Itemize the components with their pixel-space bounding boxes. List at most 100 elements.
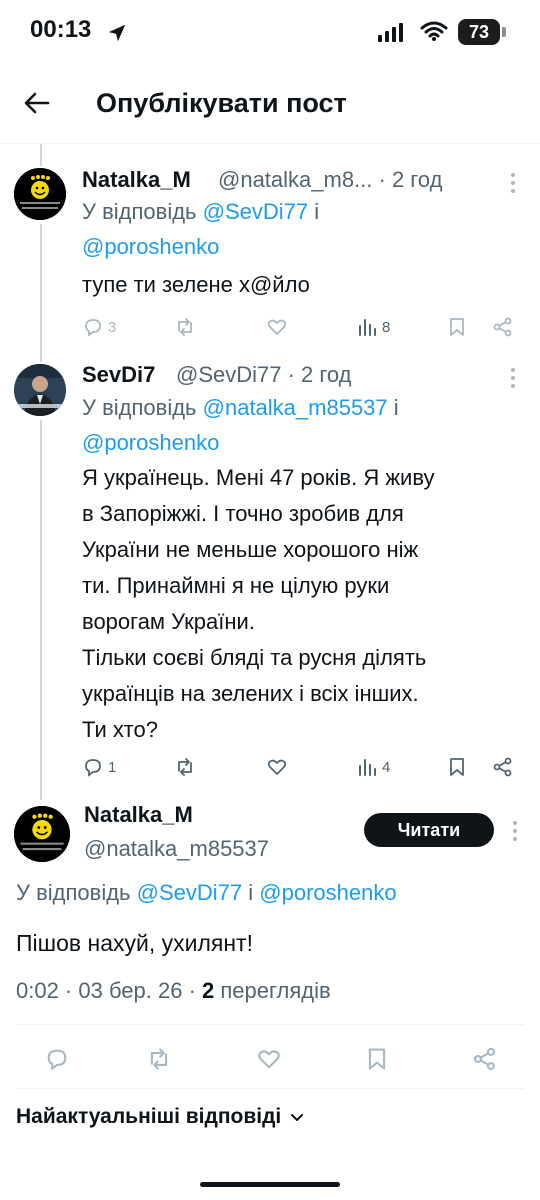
author-handle[interactable]: @natalka_m8... · 2 год <box>218 167 442 193</box>
tweet-text-line: України не меньше хорошого ніж <box>82 537 419 562</box>
reply-to-label: У відповідь <box>82 199 203 224</box>
author-name[interactable]: Natalka_M <box>82 167 191 193</box>
tweet-text-line: ворогам України. <box>82 609 255 634</box>
replies-sort-dropdown[interactable]: Найактуальніші відповіді <box>16 1105 305 1129</box>
tweet-text-line: Тільки соєві бляді та русня ділять <box>82 645 427 670</box>
heart-icon <box>267 759 287 775</box>
share-icon <box>493 757 512 777</box>
views-count: 8 <box>382 318 391 336</box>
mention-link[interactable]: @SevDi77 <box>203 199 309 224</box>
tweet-text-line: Ти хто? <box>82 717 158 742</box>
avatar[interactable] <box>14 168 66 220</box>
author-name[interactable]: SevDi7 <box>82 362 155 388</box>
reply-button[interactable]: 1 <box>82 756 116 778</box>
share-icon <box>493 317 512 337</box>
retweet-button[interactable] <box>174 756 196 778</box>
tweet-text-line: Я українець. Мені 47 років. Я живу <box>82 465 435 490</box>
reply-count: 1 <box>108 758 117 776</box>
retweet-icon <box>178 758 192 776</box>
sort-label: Найактуальніші відповіді <box>16 1105 282 1128</box>
reply-to: У відповідь @SevDi77 і <box>82 199 319 225</box>
heart-icon <box>258 1050 280 1069</box>
views-button[interactable]: 4 <box>356 756 390 778</box>
bookmark-button[interactable] <box>364 1046 390 1072</box>
reply-and: і <box>387 395 399 420</box>
retweet-button[interactable] <box>146 1046 172 1072</box>
reply-button[interactable] <box>44 1046 70 1072</box>
share-icon <box>473 1047 495 1071</box>
like-button[interactable] <box>266 316 288 338</box>
bookmark-icon <box>450 318 464 336</box>
reply-button[interactable]: 3 <box>82 316 116 338</box>
bookmark-icon <box>368 1048 386 1070</box>
thread-line <box>40 144 42 166</box>
analytics-icon <box>359 319 376 336</box>
share-button[interactable] <box>492 316 514 338</box>
reply-count: 3 <box>108 318 117 336</box>
tweet-text: тупе ти зелене х@йло <box>82 272 310 297</box>
reply-and: і <box>308 199 320 224</box>
tweet-text-line: ти. Принаймні я не цілую руки <box>82 573 390 598</box>
thread-line <box>40 420 42 800</box>
smiley-flower-avatar-icon <box>14 806 70 862</box>
reply-to: У відповідь @SevDi77 і @poroshenko <box>16 880 397 906</box>
top-bar: Опублікувати пост <box>0 64 540 144</box>
heart-icon <box>267 319 287 335</box>
battery-indicator: 73 <box>458 19 500 45</box>
comment-icon <box>85 759 101 777</box>
author-handle[interactable]: @natalka_m85537 <box>84 836 269 862</box>
avatar[interactable] <box>14 364 66 416</box>
back-arrow-icon[interactable] <box>22 88 52 118</box>
follow-button[interactable]: Читати <box>364 813 494 847</box>
more-options-icon[interactable] <box>512 820 518 842</box>
home-indicator <box>200 1182 340 1187</box>
like-button[interactable] <box>256 1046 282 1072</box>
comment-icon <box>85 319 101 337</box>
chevron-down-icon <box>291 1114 304 1121</box>
retweet-button[interactable] <box>174 316 196 338</box>
signal-icon <box>378 23 403 42</box>
divider <box>16 1088 524 1089</box>
author-handle[interactable]: @SevDi77 · 2 год <box>176 362 352 388</box>
wifi-icon <box>420 21 448 41</box>
bookmark-icon <box>450 758 464 776</box>
reply-to-second: @poroshenko <box>82 430 219 456</box>
comment-icon <box>47 1049 67 1071</box>
status-bar: 00:13 73 <box>0 0 540 64</box>
mention-link[interactable]: @poroshenko <box>82 234 219 259</box>
analytics-icon <box>359 759 376 776</box>
page-title: Опублікувати пост <box>96 88 347 118</box>
like-button[interactable] <box>266 756 288 778</box>
views-label: переглядів <box>214 978 331 1003</box>
person-photo-avatar-icon <box>14 364 66 416</box>
author-name[interactable]: Natalka_M <box>84 802 193 828</box>
share-button[interactable] <box>472 1046 498 1072</box>
bookmark-button[interactable] <box>446 316 468 338</box>
divider <box>16 1024 524 1025</box>
avatar[interactable] <box>14 806 70 862</box>
reply-to: У відповідь @natalka_m85537 і <box>82 395 399 421</box>
reply-and: і <box>242 880 260 905</box>
bookmark-button[interactable] <box>446 756 468 778</box>
location-arrow-icon <box>108 24 126 42</box>
mention-link[interactable]: @poroshenko <box>82 430 219 455</box>
reply-to-label: У відповідь <box>16 880 137 905</box>
mention-link[interactable]: @SevDi77 <box>137 880 243 905</box>
more-options-icon[interactable] <box>510 367 516 389</box>
share-button[interactable] <box>492 756 514 778</box>
tweet-text-line: в Запоріжжі. І точно зробив для <box>82 501 404 526</box>
reply-to-label: У відповідь <box>82 395 203 420</box>
battery-tip <box>502 27 506 37</box>
tweet-meta: 0:02 · 03 бер. 26 · 2 переглядів <box>16 978 331 1004</box>
smiley-flower-avatar-icon <box>14 168 66 220</box>
timestamp: 0:02 · 03 бер. 26 · <box>16 978 203 1003</box>
more-options-icon[interactable] <box>510 172 516 194</box>
views-button[interactable]: 8 <box>356 316 390 338</box>
status-time: 00:13 <box>30 16 92 43</box>
tweet-text-line: українців на зелених і всіх інших. <box>82 681 419 706</box>
mention-link[interactable]: @natalka_m85537 <box>203 395 388 420</box>
retweet-icon <box>150 1048 168 1070</box>
views-count: 2 <box>202 978 215 1003</box>
mention-link[interactable]: @poroshenko <box>259 880 396 905</box>
retweet-icon <box>178 318 192 336</box>
